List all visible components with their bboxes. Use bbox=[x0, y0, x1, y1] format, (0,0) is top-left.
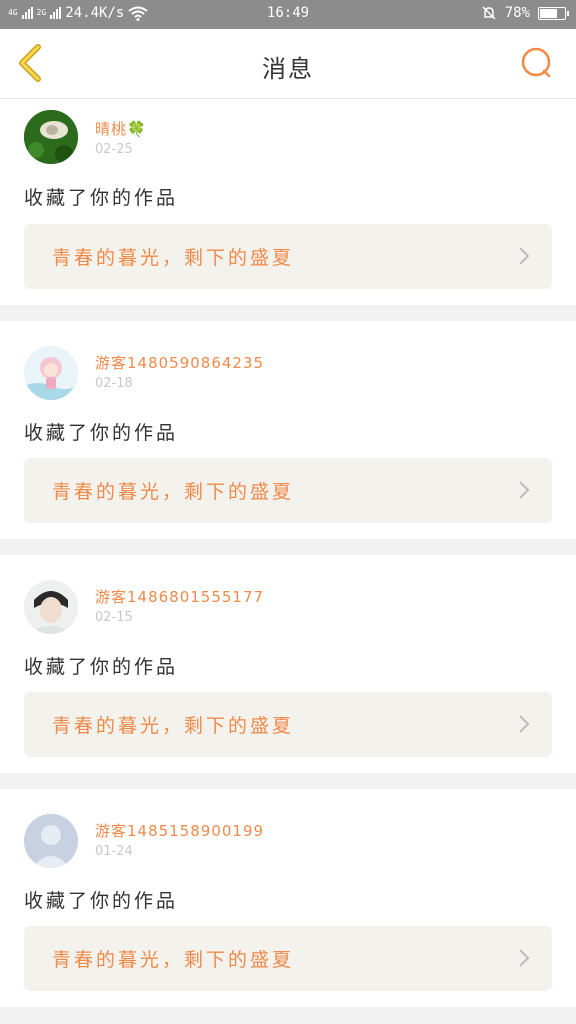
mute-bell-icon bbox=[482, 6, 496, 20]
battery-percent: 78% bbox=[504, 5, 530, 21]
work-link[interactable]: 青春的暮光，剩下的盛夏 bbox=[24, 458, 552, 523]
chevron-right-icon bbox=[519, 715, 530, 733]
status-right: 78% bbox=[481, 5, 569, 21]
avatar-image bbox=[24, 580, 78, 634]
work-link[interactable]: 青春的暮光，剩下的盛夏 bbox=[24, 926, 552, 991]
date: 02-25 bbox=[95, 142, 133, 157]
avatar[interactable] bbox=[24, 346, 78, 400]
action-text: 收藏了你的作品 bbox=[24, 890, 179, 912]
chevron-right-icon bbox=[519, 247, 530, 265]
username[interactable]: 游客1486801555177 bbox=[95, 586, 264, 607]
page-title: 消息 bbox=[262, 55, 314, 83]
work-title: 青春的暮光，剩下的盛夏 bbox=[52, 949, 295, 971]
work-link[interactable]: 青春的暮光，剩下的盛夏 bbox=[24, 224, 552, 289]
notification-card: 晴桃🍀 02-25 收藏了你的作品 青春的暮光，剩下的盛夏 bbox=[0, 99, 576, 305]
chevron-right-icon bbox=[519, 949, 530, 967]
username[interactable]: 晴桃🍀 bbox=[95, 118, 147, 139]
notification-card: 游客1485158900199 01-24 收藏了你的作品 青春的暮光，剩下的盛… bbox=[0, 789, 576, 1007]
date: 02-15 bbox=[95, 610, 133, 625]
action-text: 收藏了你的作品 bbox=[24, 187, 179, 209]
avatar[interactable] bbox=[24, 580, 78, 634]
work-link[interactable]: 青春的暮光，剩下的盛夏 bbox=[24, 692, 552, 757]
date: 02-18 bbox=[95, 376, 133, 391]
status-bar: 4G 2G 24.4K/s 16:49 78% bbox=[0, 0, 576, 29]
action-text: 收藏了你的作品 bbox=[24, 422, 179, 444]
default-avatar-icon bbox=[24, 814, 78, 868]
notification-card: 游客1486801555177 02-15 收藏了你的作品 青春的暮光，剩下的盛… bbox=[0, 555, 576, 773]
action-text: 收藏了你的作品 bbox=[24, 656, 179, 678]
search-icon[interactable] bbox=[520, 46, 554, 80]
battery-icon bbox=[538, 6, 569, 20]
username[interactable]: 游客1485158900199 bbox=[95, 820, 264, 841]
date: 01-24 bbox=[95, 844, 133, 859]
notification-card: 游客1480590864235 02-18 收藏了你的作品 青春的暮光，剩下的盛… bbox=[0, 321, 576, 539]
username[interactable]: 游客1480590864235 bbox=[95, 352, 264, 373]
chevron-right-icon bbox=[519, 481, 530, 499]
avatar-image bbox=[24, 110, 78, 164]
avatar[interactable] bbox=[24, 110, 78, 164]
top-bar: 消息 bbox=[0, 29, 576, 99]
avatar-image bbox=[24, 346, 78, 400]
battery-fill bbox=[540, 8, 557, 18]
work-title: 青春的暮光，剩下的盛夏 bbox=[52, 715, 295, 737]
work-title: 青春的暮光，剩下的盛夏 bbox=[52, 481, 295, 503]
work-title: 青春的暮光，剩下的盛夏 bbox=[52, 247, 295, 269]
avatar[interactable] bbox=[24, 814, 78, 868]
